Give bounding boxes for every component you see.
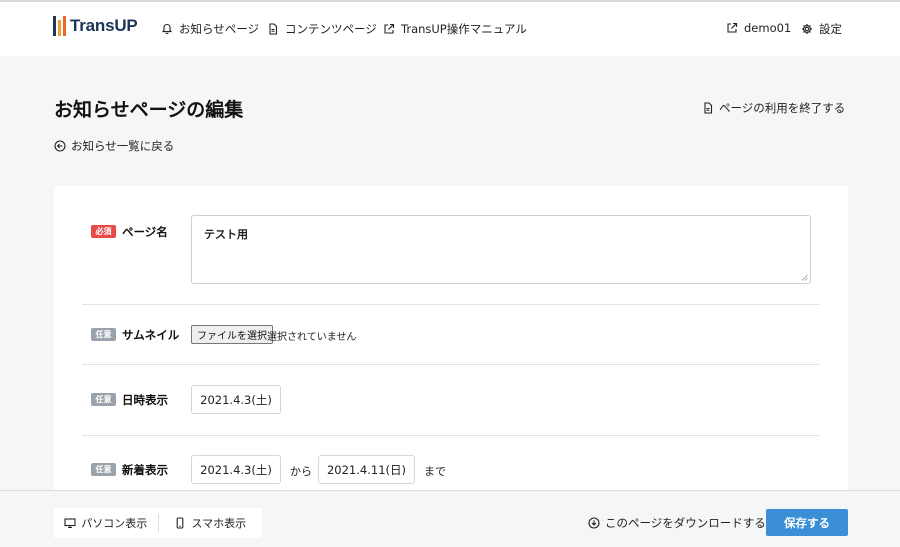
page-name-textarea[interactable]: テスト用	[191, 215, 811, 284]
new-display-to-input[interactable]: 2021.4.11(日)	[318, 455, 415, 484]
pc-view-label: パソコン表示	[81, 517, 148, 530]
download-page-link[interactable]: このページをダウンロードする	[588, 515, 766, 531]
required-badge: 必須	[91, 225, 116, 238]
edit-form-card: 必須 ページ名 テスト用 任意 サムネイル ファイルを選択 選択されていません …	[54, 186, 848, 506]
datetime-display-input[interactable]: 2021.4.3(土)	[191, 385, 281, 414]
divider	[82, 435, 819, 436]
external-link-icon	[384, 23, 395, 34]
sp-view-button[interactable]: スマホ表示	[159, 508, 263, 538]
choose-file-button[interactable]: ファイルを選択	[191, 325, 273, 344]
datetime-display-label: 日時表示	[122, 393, 168, 407]
nav-settings[interactable]: 設定	[801, 21, 842, 37]
thumbnail-label: サムネイル	[122, 328, 180, 342]
smartphone-icon	[177, 517, 184, 529]
download-page-label: このページをダウンロードする	[605, 516, 766, 530]
page-name-value: テスト用	[204, 228, 248, 241]
logo[interactable]: TransUP	[53, 16, 138, 36]
file-status: 選択されていません	[267, 332, 357, 343]
nav-settings-label: 設定	[819, 22, 842, 36]
gear-icon	[802, 24, 812, 34]
end-usage-link[interactable]: ページの利用を終了する	[702, 100, 845, 116]
logo-text: TransUP	[70, 16, 138, 35]
document-icon	[269, 23, 278, 35]
nav-user-label: demo01	[744, 21, 792, 35]
logo-mark-icon	[53, 16, 66, 36]
back-to-list-label: お知らせ一覧に戻る	[71, 139, 175, 153]
external-link-icon	[727, 22, 738, 33]
back-to-list-link[interactable]: お知らせ一覧に戻る	[54, 138, 174, 154]
resize-handle-icon[interactable]	[801, 274, 808, 281]
top-header: TransUP お知らせページ コンテンツページ TransUP操作マニュアル …	[0, 2, 900, 56]
optional-badge: 任意	[91, 393, 116, 406]
monitor-icon	[64, 518, 76, 529]
pc-view-button[interactable]: パソコン表示	[54, 508, 158, 538]
optional-badge: 任意	[91, 463, 116, 476]
optional-badge: 任意	[91, 328, 116, 341]
end-usage-label: ページの利用を終了する	[719, 101, 846, 115]
divider	[82, 364, 819, 365]
bell-icon	[161, 23, 173, 35]
new-display-label: 新着表示	[122, 463, 168, 477]
document-icon	[704, 102, 713, 114]
until-text: まで	[424, 465, 446, 478]
nav-user[interactable]: demo01	[726, 21, 791, 35]
nav-notice-pages-label: お知らせページ	[179, 22, 260, 36]
divider	[82, 304, 819, 305]
download-circle-icon	[588, 517, 600, 529]
view-toggle: パソコン表示 スマホ表示	[54, 508, 262, 538]
page-title: お知らせページの編集	[54, 99, 244, 121]
nav-notice-pages[interactable]: お知らせページ	[161, 21, 259, 37]
nav-content-pages-label: コンテンツページ	[285, 22, 377, 36]
arrow-left-circle-icon	[54, 140, 66, 152]
page-name-label: ページ名	[122, 225, 168, 239]
new-display-from-input[interactable]: 2021.4.3(土)	[191, 455, 281, 484]
from-text: から	[290, 465, 312, 478]
nav-manual-label: TransUP操作マニュアル	[401, 22, 527, 36]
bottom-action-bar: パソコン表示 スマホ表示 このページをダウンロードする 保存する	[0, 490, 900, 547]
nav-content-pages[interactable]: コンテンツページ	[267, 21, 377, 37]
sp-view-label: スマホ表示	[191, 517, 247, 530]
save-button[interactable]: 保存する	[766, 509, 848, 536]
nav-manual[interactable]: TransUP操作マニュアル	[383, 21, 527, 37]
